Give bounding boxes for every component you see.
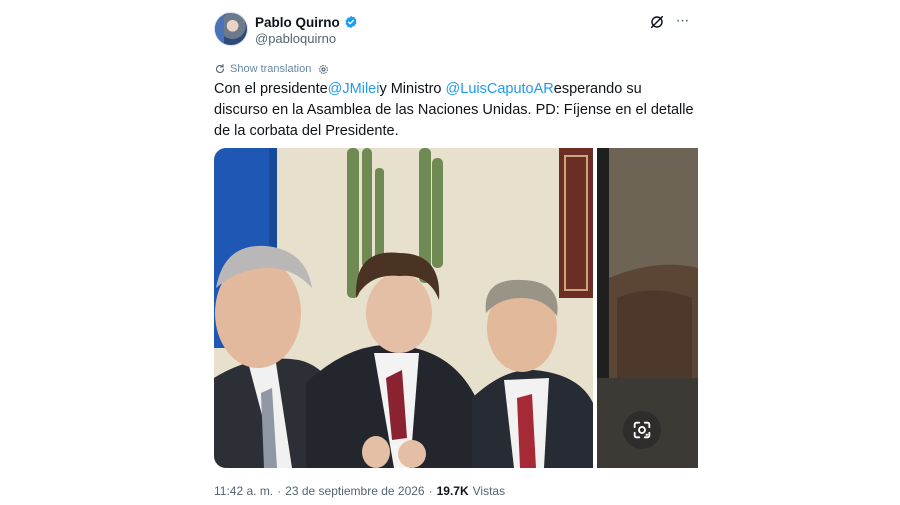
tweet-card: Pablo Quirno @pabloquirno ··· Show trans… [214, 10, 698, 500]
tweet-media [214, 148, 698, 468]
tweet-text-part-2: y Ministro [379, 81, 442, 97]
avatar-flag-detail [215, 13, 224, 45]
meta-separator: · [277, 484, 282, 498]
tweet-time[interactable]: 11:42 a. m. [214, 484, 273, 498]
show-translation-link[interactable]: Show translation [214, 62, 329, 76]
author-handle[interactable]: @pabloquirno [255, 31, 336, 46]
author-name-row: Pablo Quirno [255, 13, 358, 31]
google-lens-icon[interactable] [623, 411, 661, 449]
tweet-header: Pablo Quirno @pabloquirno ··· [214, 10, 698, 50]
author-name[interactable]: Pablo Quirno [255, 15, 340, 30]
translate-icon [216, 63, 225, 74]
show-translation-label[interactable]: Show translation [230, 63, 311, 75]
tweet-text-part-1: Con el presidente [214, 81, 328, 97]
tweet-meta: 11:42 a. m. · 23 de septiembre de 2026 ·… [214, 484, 505, 498]
mention-jmilei[interactable]: @JMilei [328, 81, 380, 97]
lens-glyph [633, 421, 651, 439]
photo-main-image [214, 148, 593, 468]
more-options-icon[interactable]: ··· [673, 12, 691, 30]
media-photo-main[interactable] [214, 148, 593, 468]
tweet-date[interactable]: 23 de septiembre de 2026 [285, 484, 424, 498]
grok-icon[interactable] [649, 14, 665, 30]
meta-separator: · [428, 484, 433, 498]
tweet-text: Con el presidente@JMileiy Ministro @Luis… [214, 79, 698, 142]
mention-luiscaputoar[interactable]: @LuisCaputoAR [446, 81, 554, 97]
author-avatar[interactable] [214, 12, 248, 46]
views-count[interactable]: 19.7K [437, 484, 469, 498]
gear-icon[interactable] [318, 64, 329, 75]
views-label: Vistas [472, 484, 506, 498]
verified-badge-icon [345, 15, 357, 29]
